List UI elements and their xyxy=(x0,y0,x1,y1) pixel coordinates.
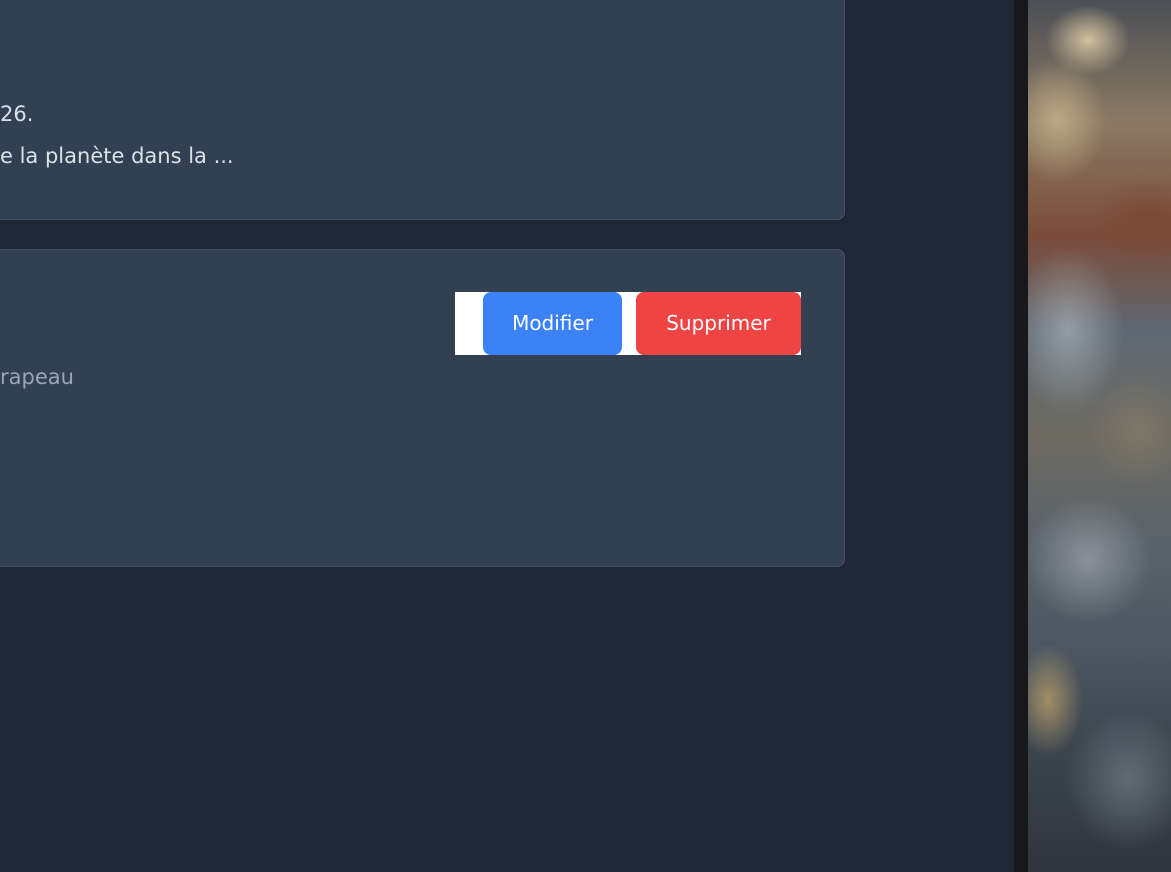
item-card xyxy=(0,0,845,220)
card-actions: Modifier Supprimer xyxy=(455,292,801,355)
card-description: e la planète dans la ... xyxy=(0,144,234,168)
landscape-photo xyxy=(1028,0,1171,872)
card-text-line: 26. xyxy=(0,102,34,126)
card-subtitle: rapeau xyxy=(0,365,74,389)
edit-button[interactable]: Modifier xyxy=(483,292,622,355)
main-content: 26. e la planète dans la ... rapeau Modi… xyxy=(0,0,1014,872)
panel-divider xyxy=(1014,0,1028,872)
delete-button[interactable]: Supprimer xyxy=(636,292,801,355)
